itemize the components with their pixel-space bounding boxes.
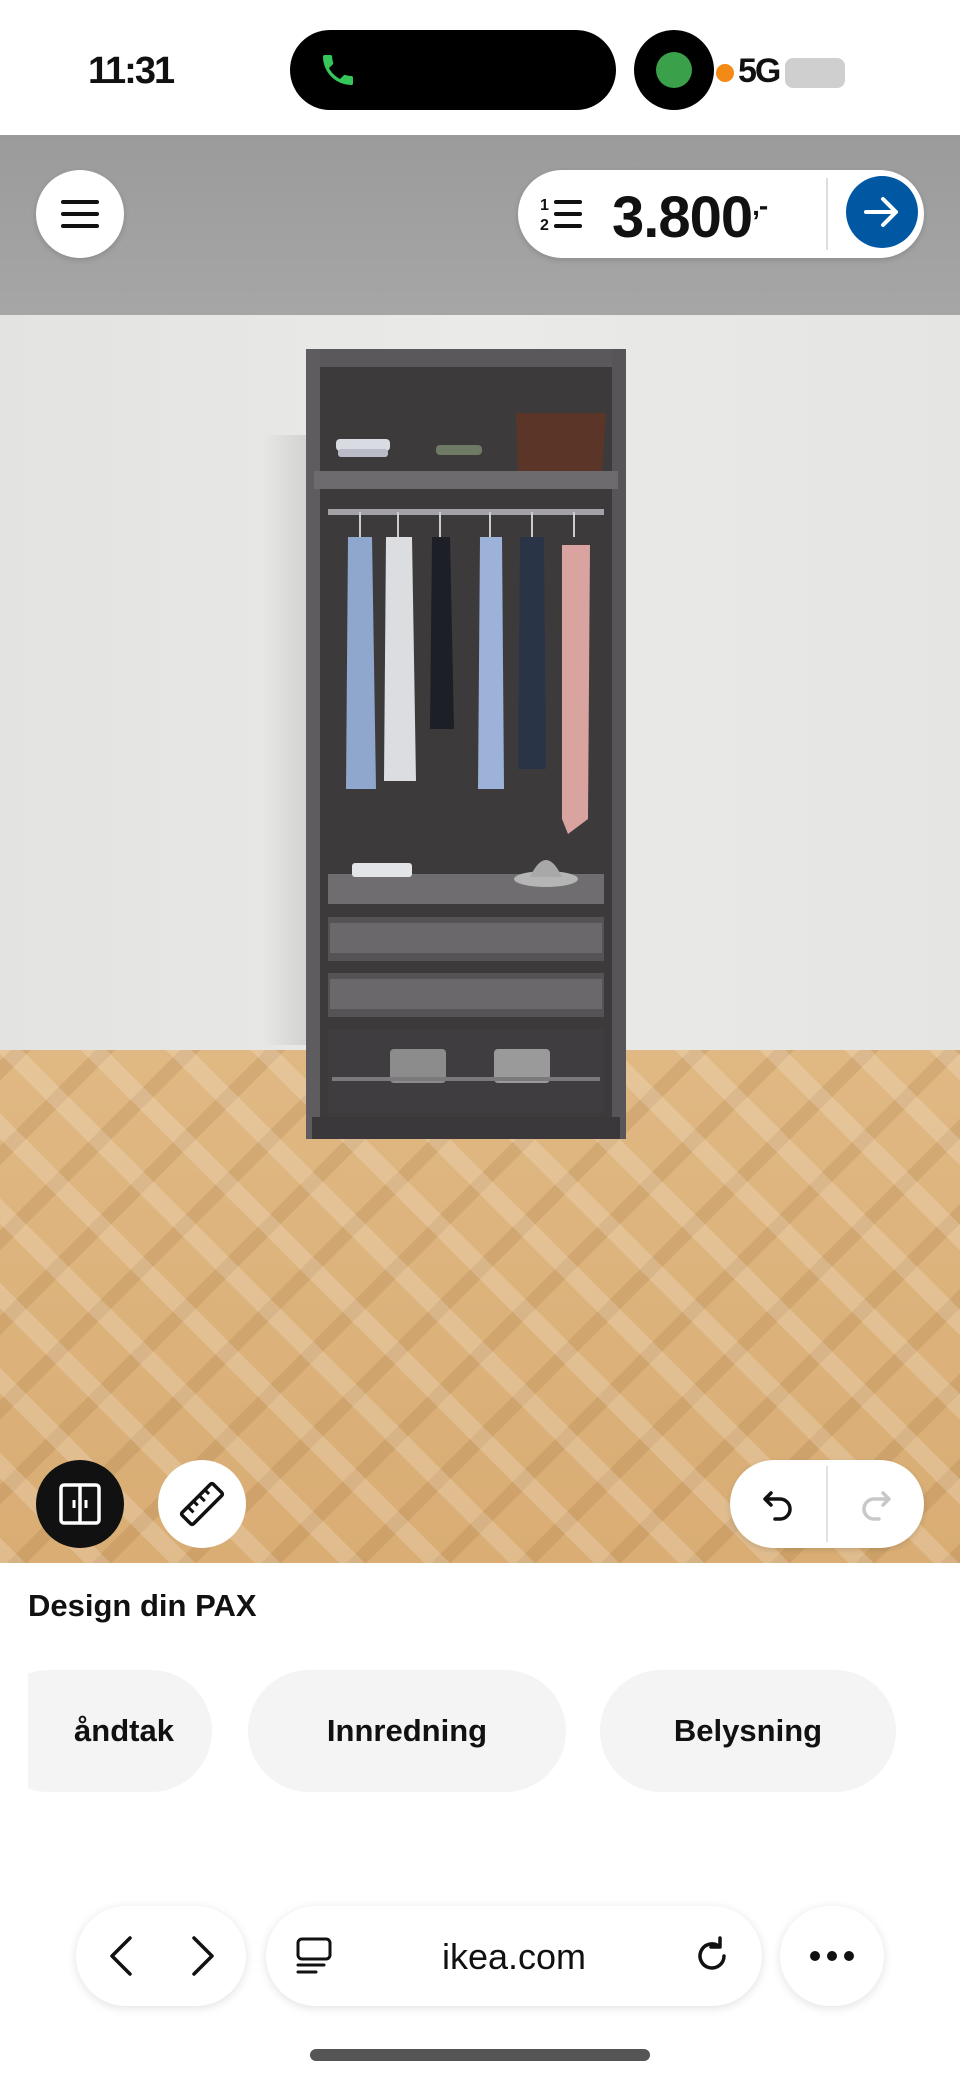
forward-button[interactable] xyxy=(168,1916,238,1996)
reload-icon[interactable] xyxy=(690,1934,734,1978)
redo-icon xyxy=(862,1491,891,1521)
chevron-left-icon xyxy=(110,1936,132,1976)
undo-redo-group xyxy=(730,1460,924,1548)
svg-text:1: 1 xyxy=(540,197,549,214)
phone-icon xyxy=(323,55,353,85)
network-label: 5G xyxy=(738,52,781,90)
chip-label: åndtak xyxy=(74,1713,174,1748)
recording-icon xyxy=(716,64,734,83)
ruler-icon xyxy=(179,1481,225,1527)
arrow-right-icon xyxy=(864,197,898,227)
status-time: 11:31 xyxy=(88,50,175,92)
shopping-list-price[interactable]: 1 2 3.800,- xyxy=(518,170,924,258)
price-suffix: ,- xyxy=(752,190,768,221)
status-bar: 11:31 5G xyxy=(0,0,960,135)
chip-label: Belysning xyxy=(673,1713,823,1748)
total-price: 3.800,- xyxy=(612,184,768,251)
undo-button[interactable] xyxy=(730,1460,826,1548)
chevron-right-icon xyxy=(192,1936,214,1976)
measure-button[interactable] xyxy=(158,1460,246,1548)
more-icon xyxy=(810,1951,854,1961)
address-bar[interactable]: ikea.com xyxy=(266,1906,762,2006)
url-text: ikea.com xyxy=(441,1936,587,1977)
svg-text:2: 2 xyxy=(540,217,549,234)
chip-handles[interactable]: åndtak xyxy=(28,1670,212,1792)
more-button[interactable] xyxy=(780,1906,884,2006)
doors-icon xyxy=(59,1483,101,1525)
wardrobe-3d-view[interactable] xyxy=(0,135,960,1563)
menu-button[interactable] xyxy=(36,170,124,258)
numbered-list-icon: 1 2 xyxy=(540,197,582,234)
design-panel-title: Design din PAX xyxy=(28,1588,257,1623)
doors-toggle-button[interactable] xyxy=(36,1460,124,1548)
hamburger-icon xyxy=(61,200,99,228)
home-indicator[interactable] xyxy=(310,2049,650,2061)
redo-button[interactable] xyxy=(828,1460,924,1548)
battery-icon xyxy=(785,58,846,89)
divider xyxy=(826,178,828,250)
go-to-list-button[interactable] xyxy=(846,176,918,248)
category-chips: åndtak Innredning Belysning xyxy=(28,1670,932,1792)
chip-label: Innredning xyxy=(326,1713,488,1748)
back-button[interactable] xyxy=(86,1916,156,1996)
undo-icon xyxy=(763,1491,792,1521)
browser-nav xyxy=(76,1906,246,2006)
call-pill[interactable] xyxy=(290,30,616,110)
status-indicators: 5G xyxy=(716,52,846,91)
price-amount: 3.800 xyxy=(612,185,753,250)
chip-interior[interactable]: Innredning xyxy=(248,1670,566,1792)
avatar-icon xyxy=(634,30,714,110)
pax-wardrobe[interactable] xyxy=(306,349,626,1139)
chip-lighting[interactable]: Belysning xyxy=(600,1670,896,1792)
